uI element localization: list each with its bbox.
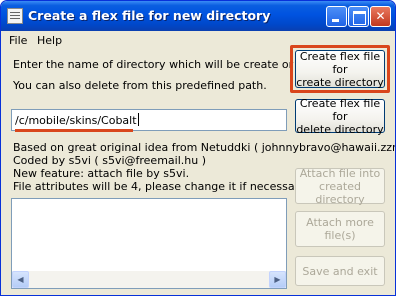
menu-help[interactable]: Help <box>37 34 62 47</box>
minimize-button[interactable] <box>326 6 347 27</box>
window-title: Create a flex file for new directory <box>28 8 271 23</box>
menu-file[interactable]: File <box>9 34 27 47</box>
scroll-left-icon[interactable]: ◀ <box>12 271 29 288</box>
directory-path-value: /c/mobile/skins/Cobalt <box>15 114 137 127</box>
scroll-right-icon[interactable]: ▶ <box>269 271 286 288</box>
path-underline-annotation <box>15 129 133 132</box>
save-and-exit-button[interactable]: Save and exit <box>295 256 385 286</box>
info-line-3: New feature: attach file by s5vi. <box>13 167 190 180</box>
directory-path-input[interactable]: /c/mobile/skins/Cobalt <box>11 109 287 131</box>
info-line-2: Coded by s5vi ( s5vi@freemail.hu ) <box>13 154 206 167</box>
maximize-button[interactable] <box>348 6 369 27</box>
app-icon <box>7 8 23 24</box>
create-flex-delete-button[interactable]: Create flex file for delete directory <box>295 96 385 136</box>
instruction-subtext: You can also delete from this predefined… <box>13 79 267 92</box>
create-button-highlight-annotation <box>290 45 390 93</box>
attach-file-button[interactable]: Attach file into created directory <box>295 166 385 206</box>
instruction-text: Enter the name of directory which will b… <box>13 58 336 71</box>
close-button[interactable]: ✕ <box>370 6 391 27</box>
save-exit-label: Save and exit <box>302 264 378 278</box>
attach-more-button[interactable]: Attach more file(s) <box>295 211 385 247</box>
app-window: Create a flex file for new directory ✕ F… <box>0 0 396 296</box>
attach-more-line1: Attach more <box>306 216 374 229</box>
info-line-4: File attributes will be 4, please change… <box>13 180 308 193</box>
text-caret <box>137 113 139 126</box>
delete-button-line1: Create flex file for <box>299 96 381 123</box>
attach-more-line2: file(s) <box>324 229 356 242</box>
horizontal-scrollbar[interactable]: ◀ ▶ <box>12 271 286 288</box>
attached-files-list[interactable]: ◀ ▶ <box>11 198 287 289</box>
info-line-1: Based on great original idea from Netudd… <box>13 141 396 154</box>
attach-button-line1: Attach file into <box>299 166 381 180</box>
delete-button-line2: delete directory <box>296 122 384 136</box>
title-bar[interactable]: Create a flex file for new directory ✕ <box>1 1 395 31</box>
attach-button-line2: created directory <box>315 179 365 206</box>
